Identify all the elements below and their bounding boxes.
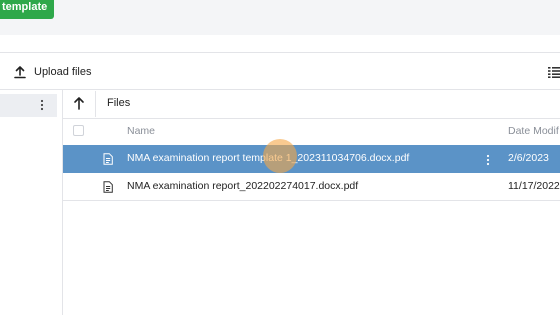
arrow-up-icon[interactable]: [73, 96, 85, 115]
cursor-highlight: [263, 139, 297, 173]
document-file-icon: [103, 152, 113, 170]
row-more-icon[interactable]: [486, 153, 490, 171]
new-from-template-button[interactable]: template: [0, 0, 54, 19]
table-row[interactable]: NMA examination report template 1_202311…: [63, 145, 560, 173]
toolbar-divider: [0, 52, 560, 53]
sidebar-item-selected[interactable]: [0, 94, 57, 117]
document-file-icon: [103, 180, 113, 198]
upload-icon: [14, 65, 26, 79]
file-name[interactable]: NMA examination report_202202274017.docx…: [127, 180, 358, 192]
table-row[interactable]: NMA examination report_202202274017.docx…: [63, 173, 560, 201]
select-all-checkbox[interactable]: [73, 125, 84, 136]
file-date-modified: 2/6/2023: [508, 152, 549, 164]
top-toolbar-band: [0, 0, 560, 35]
breadcrumb-current-folder: Files: [107, 97, 131, 109]
sidebar-more-icon[interactable]: [40, 98, 44, 116]
column-header-date-modified[interactable]: Date Modif: [508, 125, 559, 137]
breadcrumb-separator: [95, 91, 96, 117]
list-view-icon[interactable]: [548, 65, 560, 83]
sidebar-separator: [62, 90, 63, 315]
upload-files-label: Upload files: [34, 66, 92, 78]
upload-files-button[interactable]: Upload files: [14, 63, 91, 81]
file-date-modified: 11/17/2022: [508, 180, 560, 192]
content-divider: [0, 89, 560, 90]
column-header-name[interactable]: Name: [127, 125, 155, 137]
header-divider: [63, 118, 560, 119]
